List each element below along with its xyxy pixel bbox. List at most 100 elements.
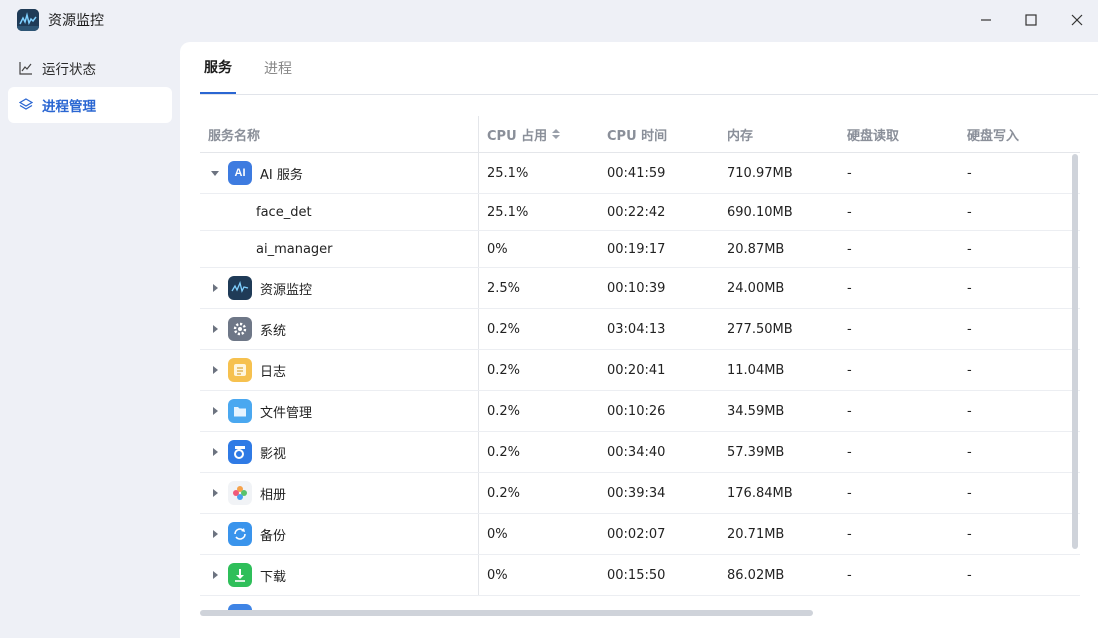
backup-icon (228, 522, 252, 546)
sidebar: 运行状态 进程管理 (8, 50, 172, 124)
minimize-icon (981, 19, 991, 21)
cpu-cell: 0.2% (487, 362, 521, 378)
cpu-time-cell: 00:22:42 (607, 204, 666, 220)
cpu-time-cell: 00:34:40 (607, 444, 666, 460)
process-name: ai_manager (256, 241, 333, 257)
column-header-disk-read[interactable]: 硬盘读取 (839, 125, 959, 144)
download-icon (228, 563, 252, 587)
expand-caret-icon[interactable] (208, 404, 222, 418)
table-row[interactable]: 相册 0.2% 00:39:34 176.84MB - - (200, 473, 1080, 514)
cpu-cell: 0.2% (487, 485, 521, 501)
table-row[interactable]: 备份 0% 00:02:07 20.71MB - - (200, 514, 1080, 555)
expand-caret-icon[interactable] (208, 322, 222, 336)
disk-write-cell: - (967, 444, 972, 460)
close-icon (1071, 14, 1083, 26)
table-row[interactable]: face_det 25.1% 00:22:42 690.10MB - - (200, 194, 1080, 231)
service-name: 相册 (260, 487, 287, 503)
table-row[interactable]: ai_manager 0% 00:19:17 20.87MB - - (200, 231, 1080, 268)
service-name: 日志 (260, 364, 287, 380)
memory-cell: 24.00MB (727, 280, 785, 296)
expand-caret-icon[interactable] (208, 527, 222, 541)
cpu-time-cell: 00:20:41 (607, 362, 666, 378)
disk-read-cell: - (847, 321, 852, 337)
disk-write-cell: - (967, 485, 972, 501)
minimize-button[interactable] (975, 9, 997, 31)
expand-caret-icon[interactable] (208, 568, 222, 582)
column-header-cpu[interactable]: CPU 占用 (479, 125, 599, 144)
memory-cell: 690.10MB (727, 204, 793, 220)
sort-icon (552, 129, 561, 139)
gear-icon (228, 317, 252, 341)
cpu-cell: 25.1% (487, 204, 529, 220)
tab-divider (200, 94, 1098, 95)
tab-processes[interactable]: 进程 (260, 42, 296, 94)
column-header-cpu-time[interactable]: CPU 时间 (599, 125, 719, 144)
disk-write-cell: - (967, 526, 972, 542)
ai-icon: AI (228, 161, 252, 185)
column-header-memory[interactable]: 内存 (719, 125, 839, 144)
service-name: 资源监控 (260, 282, 313, 298)
cpu-time-cell: 00:10:39 (607, 280, 666, 296)
collapse-caret-icon[interactable] (208, 166, 222, 180)
table-row[interactable]: 资源监控 2.5% 00:10:39 24.00MB - - (200, 268, 1080, 309)
cpu-cell: 25.1% (487, 165, 529, 181)
table-row[interactable]: 文件管理 0.2% 00:10:26 34.59MB - - (200, 391, 1080, 432)
table-row[interactable]: 影视 0.2% 00:34:40 57.39MB - - (200, 432, 1080, 473)
disk-read-cell: - (847, 241, 852, 257)
expand-caret-icon[interactable] (208, 281, 222, 295)
cpu-cell: 0% (487, 526, 508, 542)
cpu-time-cell: 00:10:26 (607, 403, 666, 419)
folder-icon (228, 399, 252, 423)
sidebar-item-label: 运行状态 (42, 62, 96, 78)
expand-caret-icon[interactable] (208, 445, 222, 459)
expand-caret-icon[interactable] (208, 363, 222, 377)
photos-icon (228, 481, 252, 505)
disk-read-cell: - (847, 567, 852, 583)
cpu-time-cell: 03:04:13 (607, 321, 666, 337)
table-row[interactable]: 日志 0.2% 00:20:41 11.04MB - - (200, 350, 1080, 391)
cpu-time-cell: 00:19:17 (607, 241, 666, 257)
cpu-cell: 0.2% (487, 444, 521, 460)
disk-write-cell: - (967, 280, 972, 296)
memory-cell: 86.02MB (727, 567, 785, 583)
expand-caret-icon[interactable] (208, 486, 222, 500)
disk-read-cell: - (847, 403, 852, 419)
disk-write-cell: - (967, 204, 972, 220)
vertical-scrollbar[interactable] (1072, 154, 1078, 549)
tab-bar: 服务 进程 (200, 42, 320, 95)
sidebar-item-status[interactable]: 运行状态 (8, 50, 172, 86)
memory-cell: 11.04MB (727, 362, 785, 378)
layers-icon (18, 97, 34, 113)
cpu-cell: 0.2% (487, 403, 521, 419)
memory-cell: 277.50MB (727, 321, 793, 337)
table-row[interactable]: 下载 0% 00:15:50 86.02MB - - (200, 555, 1080, 596)
column-header-disk-write[interactable]: 硬盘写入 (959, 125, 1080, 144)
maximize-icon (1025, 14, 1037, 26)
column-header-name[interactable]: 服务名称 (200, 116, 479, 152)
table-header: 服务名称 CPU 占用 CPU 时间 内存 硬盘读取 硬盘写入 (200, 116, 1080, 153)
maximize-button[interactable] (1020, 9, 1042, 31)
close-button[interactable] (1066, 9, 1088, 31)
sidebar-item-process-management[interactable]: 进程管理 (8, 87, 172, 123)
horizontal-scrollbar[interactable] (200, 610, 813, 616)
table-row[interactable]: 系统 0.2% 03:04:13 277.50MB - - (200, 309, 1080, 350)
disk-write-cell: - (967, 321, 972, 337)
table-row[interactable]: AI AI 服务 25.1% 00:41:59 710.97MB - - (200, 153, 1080, 194)
memory-cell: 57.39MB (727, 444, 785, 460)
cpu-cell: 0% (487, 241, 508, 257)
disk-write-cell: - (967, 362, 972, 378)
cpu-time-cell: 00:41:59 (607, 165, 666, 181)
disk-read-cell: - (847, 204, 852, 220)
service-name: AI 服务 (260, 167, 303, 183)
tab-services[interactable]: 服务 (200, 42, 236, 94)
process-name: face_det (256, 204, 312, 220)
memory-cell: 176.84MB (727, 485, 793, 501)
main-panel: 服务 进程 服务名称 CPU 占用 CPU 时间 内存 硬盘读取 硬盘写入 AI… (180, 42, 1098, 638)
memory-cell: 34.59MB (727, 403, 785, 419)
disk-read-cell: - (847, 444, 852, 460)
disk-read-cell: - (847, 280, 852, 296)
disk-write-cell: - (967, 241, 972, 257)
disk-read-cell: - (847, 165, 852, 181)
memory-cell: 20.71MB (727, 526, 785, 542)
title-bar: 资源监控 (0, 0, 1098, 40)
